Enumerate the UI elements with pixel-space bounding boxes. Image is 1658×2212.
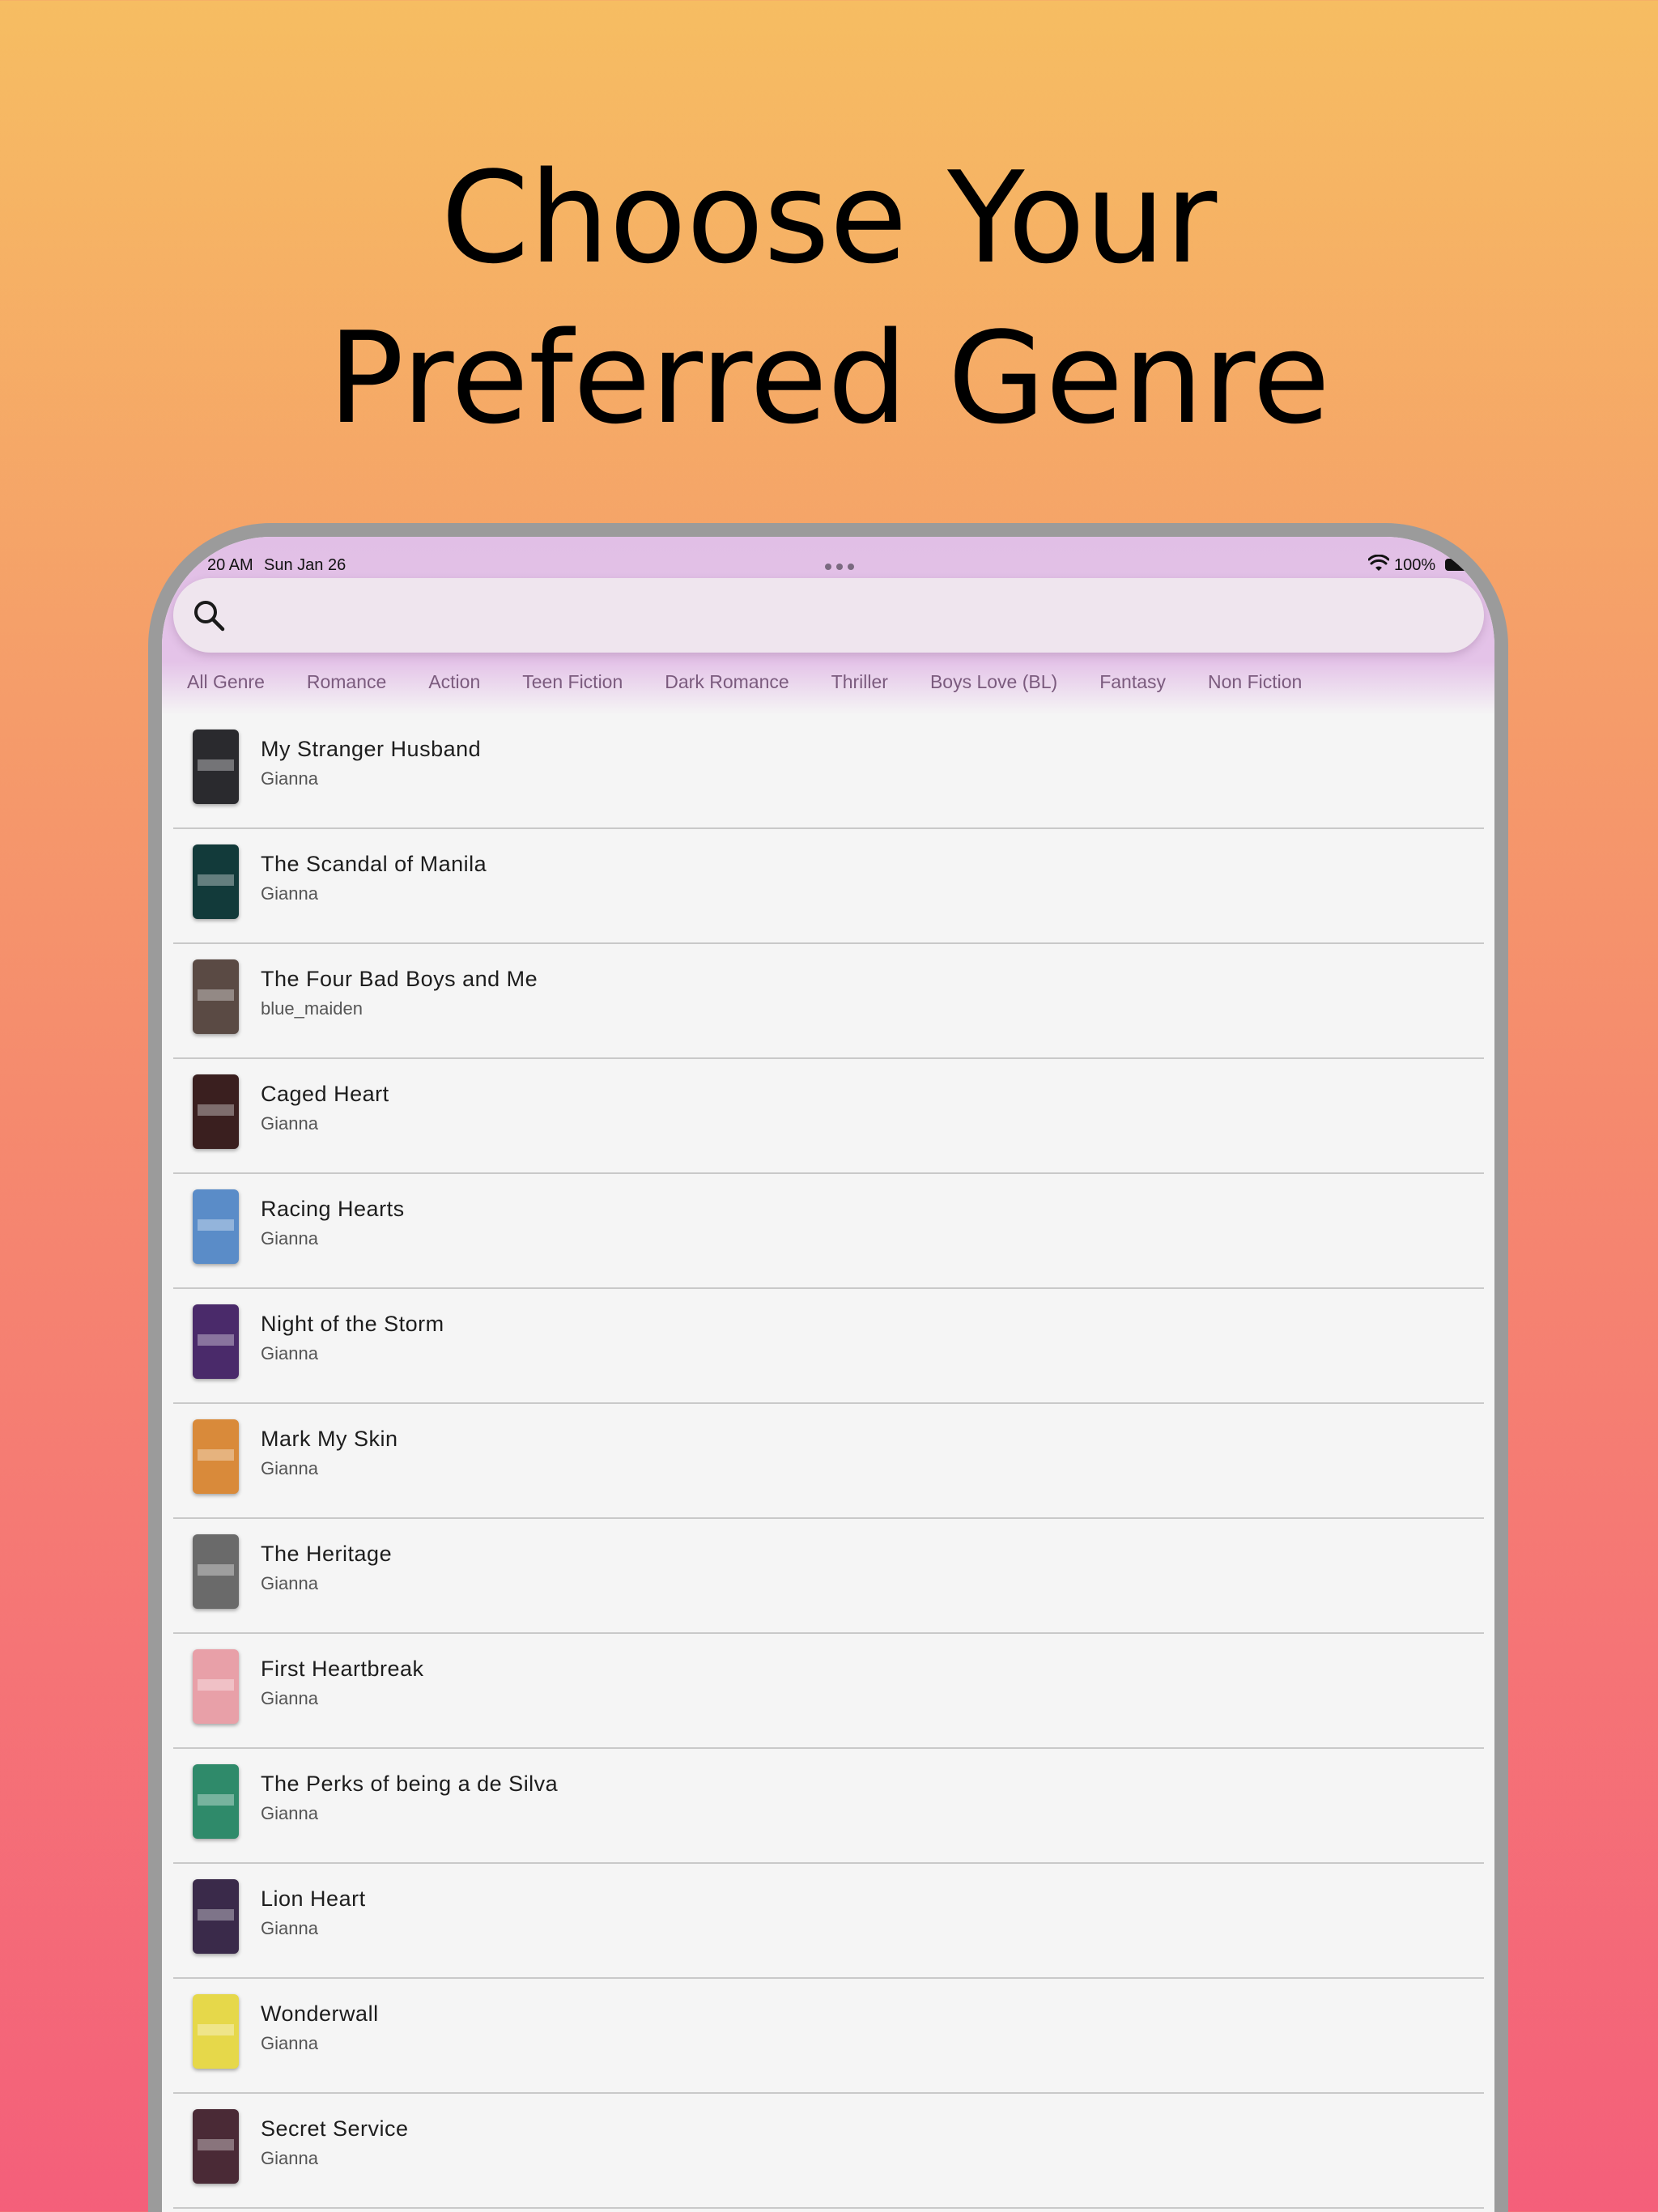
book-cover	[193, 1879, 239, 1954]
book-row[interactable]: The Scandal of Manila Gianna	[173, 829, 1484, 944]
status-time: 20 AM	[207, 556, 253, 574]
book-row[interactable]: Secret Service Gianna	[173, 2094, 1484, 2209]
genre-tab[interactable]: Thriller	[831, 671, 888, 697]
genre-tab[interactable]: Action	[428, 671, 480, 697]
book-author: Gianna	[261, 1918, 318, 1938]
book-title: The Perks of being a de Silva	[261, 1772, 559, 1796]
book-author: blue_maiden	[261, 998, 363, 1019]
book-title: Mark My Skin	[261, 1427, 398, 1451]
multitasking-dots-icon[interactable]	[825, 564, 854, 570]
book-row[interactable]: Racing Hearts Gianna	[173, 1174, 1484, 1289]
book-title: The Four Bad Boys and Me	[261, 967, 538, 991]
book-cover	[193, 1534, 239, 1609]
genre-tab[interactable]: Non Fiction	[1208, 671, 1302, 697]
book-author: Gianna	[261, 1343, 318, 1363]
book-cover	[193, 1189, 239, 1264]
book-author: Gianna	[261, 1803, 318, 1823]
genre-tab[interactable]: Dark Romance	[665, 671, 789, 697]
book-cover	[193, 730, 239, 804]
search-bar[interactable]	[173, 578, 1484, 653]
wifi-icon	[1368, 555, 1389, 571]
book-row[interactable]: The Heritage Gianna	[173, 1519, 1484, 1634]
genre-tab[interactable]: All Genre	[187, 671, 265, 697]
battery-percentage: 100%	[1394, 556, 1436, 574]
genre-tab[interactable]: Fantasy	[1099, 671, 1166, 697]
book-cover	[193, 2109, 239, 2184]
book-row[interactable]: The Four Bad Boys and Me blue_maiden	[173, 944, 1484, 1059]
status-bar: 20 AM Sun Jan 26 100%	[162, 551, 1494, 576]
book-title: My Stranger Husband	[261, 737, 482, 761]
book-cover	[193, 959, 239, 1034]
book-row[interactable]: Night of the Storm Gianna	[173, 1289, 1484, 1404]
book-author: Gianna	[261, 1113, 318, 1134]
book-cover	[193, 1649, 239, 1724]
book-title: Secret Service	[261, 2116, 409, 2141]
device-frame: 20 AM Sun Jan 26 100% All Genre Romance Ac…	[148, 523, 1508, 2212]
book-author: Gianna	[261, 2033, 318, 2053]
book-author: Gianna	[261, 1573, 318, 1593]
book-title: Lion Heart	[261, 1887, 366, 1911]
headline: Choose Your Preferred Genre	[0, 138, 1658, 458]
book-cover	[193, 1074, 239, 1149]
book-author: Gianna	[261, 1228, 318, 1249]
book-row[interactable]: My Stranger Husband Gianna	[173, 714, 1484, 829]
book-title: First Heartbreak	[261, 1657, 424, 1681]
book-cover	[193, 1419, 239, 1494]
book-author: Gianna	[261, 2148, 318, 2168]
book-title: Night of the Storm	[261, 1312, 444, 1336]
book-row[interactable]: Caged Heart Gianna	[173, 1059, 1484, 1174]
book-cover	[193, 1764, 239, 1839]
book-author: Gianna	[261, 883, 318, 904]
book-cover	[193, 1994, 239, 2069]
book-row[interactable]: The Perks of being a de Silva Gianna	[173, 1749, 1484, 1864]
book-author: Gianna	[261, 768, 318, 789]
battery-icon	[1445, 559, 1469, 571]
book-title: The Heritage	[261, 1542, 393, 1566]
book-list: My Stranger Husband Gianna The Scandal of …	[173, 714, 1484, 2209]
book-author: Gianna	[261, 1688, 318, 1708]
book-title: Wonderwall	[261, 2001, 379, 2026]
book-cover	[193, 1304, 239, 1379]
book-row[interactable]: First Heartbreak Gianna	[173, 1634, 1484, 1749]
book-title: The Scandal of Manila	[261, 852, 487, 876]
search-icon[interactable]	[191, 598, 227, 633]
genre-tab[interactable]: Romance	[307, 671, 386, 697]
book-title: Racing Hearts	[261, 1197, 405, 1221]
headline-line-2: Preferred Genre	[327, 304, 1331, 452]
genre-tabs: All Genre Romance Action Teen Fiction Dark R…	[187, 671, 1344, 697]
genre-tab[interactable]: Teen Fiction	[522, 671, 623, 697]
book-row[interactable]: Mark My Skin Gianna	[173, 1404, 1484, 1519]
book-row[interactable]: Wonderwall Gianna	[173, 1979, 1484, 2094]
genre-tab[interactable]: Boys Love (BL)	[930, 671, 1057, 697]
book-cover	[193, 844, 239, 919]
headline-line-1: Choose Your	[440, 144, 1218, 291]
book-title: Caged Heart	[261, 1082, 389, 1106]
status-date: Sun Jan 26	[264, 556, 346, 574]
book-author: Gianna	[261, 1458, 318, 1478]
book-row[interactable]: Lion Heart Gianna	[173, 1864, 1484, 1979]
